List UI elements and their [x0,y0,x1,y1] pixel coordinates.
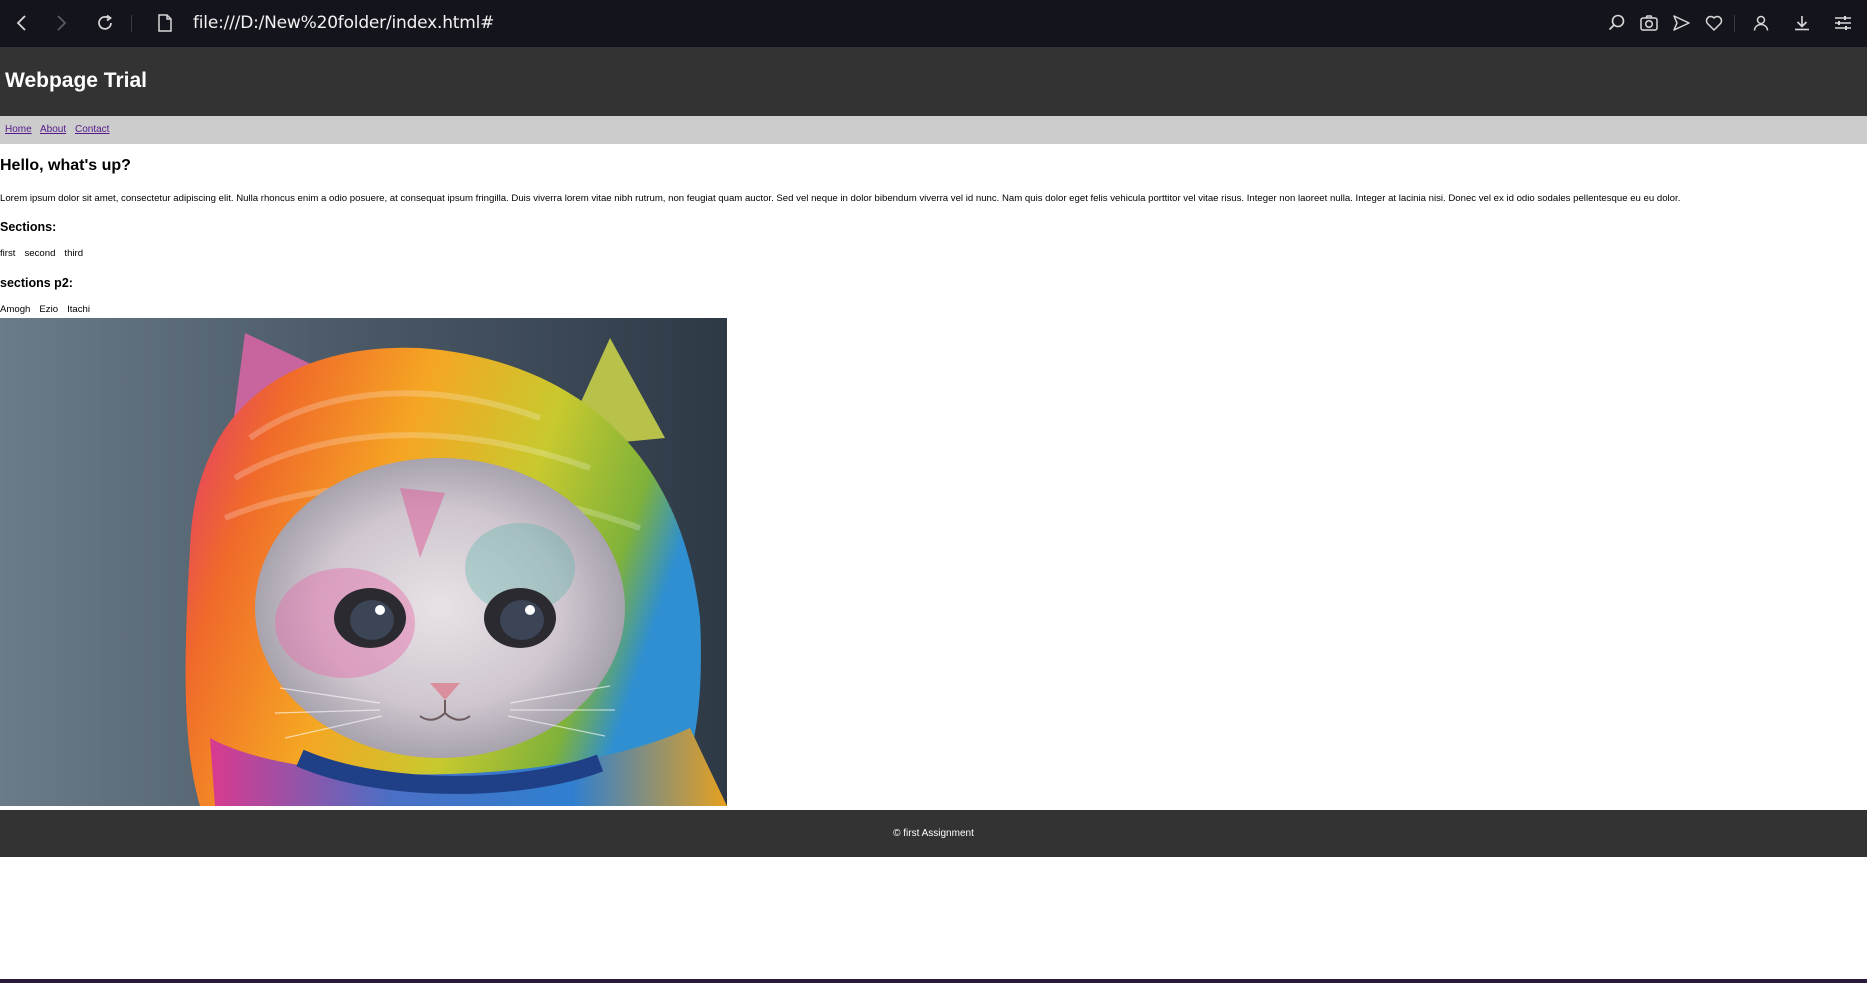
footer-copyright: © first Assignment [893,828,974,839]
site-nav: Home About Contact [0,116,1867,144]
main-heading: Hello, what's up? [0,157,131,174]
section-item: first [0,248,16,259]
page-icon[interactable] [154,12,176,34]
profile-icon[interactable] [1749,11,1773,35]
back-icon[interactable] [9,10,35,36]
search-icon[interactable] [1605,11,1629,35]
site-title: Webpage Trial [5,69,147,92]
toolbar-separator [1734,15,1735,32]
sections-list: first second third [0,248,92,260]
intro-paragraph: Lorem ipsum dolor sit amet, consectetur … [0,193,1681,204]
nav-link-about[interactable]: About [40,124,66,136]
site-footer: © first Assignment [0,810,1867,857]
window-bottom-edge [0,979,1867,983]
heart-icon[interactable] [1702,11,1726,35]
sections-heading: Sections: [0,220,57,234]
address-bar[interactable]: file:///D:/New%20folder/index.html# [193,12,494,34]
browser-toolbar: file:///D:/New%20folder/index.html# [0,0,1867,47]
sections-p2-heading: sections p2: [0,276,73,290]
site-header: Webpage Trial [0,47,1867,116]
section-p2-item: Amogh [0,304,31,315]
section-p2-item: Itachi [67,304,91,315]
sections-p2-list: Amogh Ezio Itachi [0,304,99,316]
send-icon[interactable] [1669,11,1693,35]
reload-icon[interactable] [92,10,118,36]
nav-link-home[interactable]: Home [5,124,32,136]
forward-icon[interactable] [48,10,74,36]
nav-link-contact[interactable]: Contact [75,124,109,136]
camera-icon[interactable] [1637,11,1661,35]
download-icon[interactable] [1790,11,1814,35]
toolbar-separator [131,15,132,32]
kitten-image [0,318,727,806]
section-item: second [24,248,56,259]
section-item: third [64,248,84,259]
settings-icon[interactable] [1831,11,1855,35]
section-p2-item: Ezio [39,304,59,315]
